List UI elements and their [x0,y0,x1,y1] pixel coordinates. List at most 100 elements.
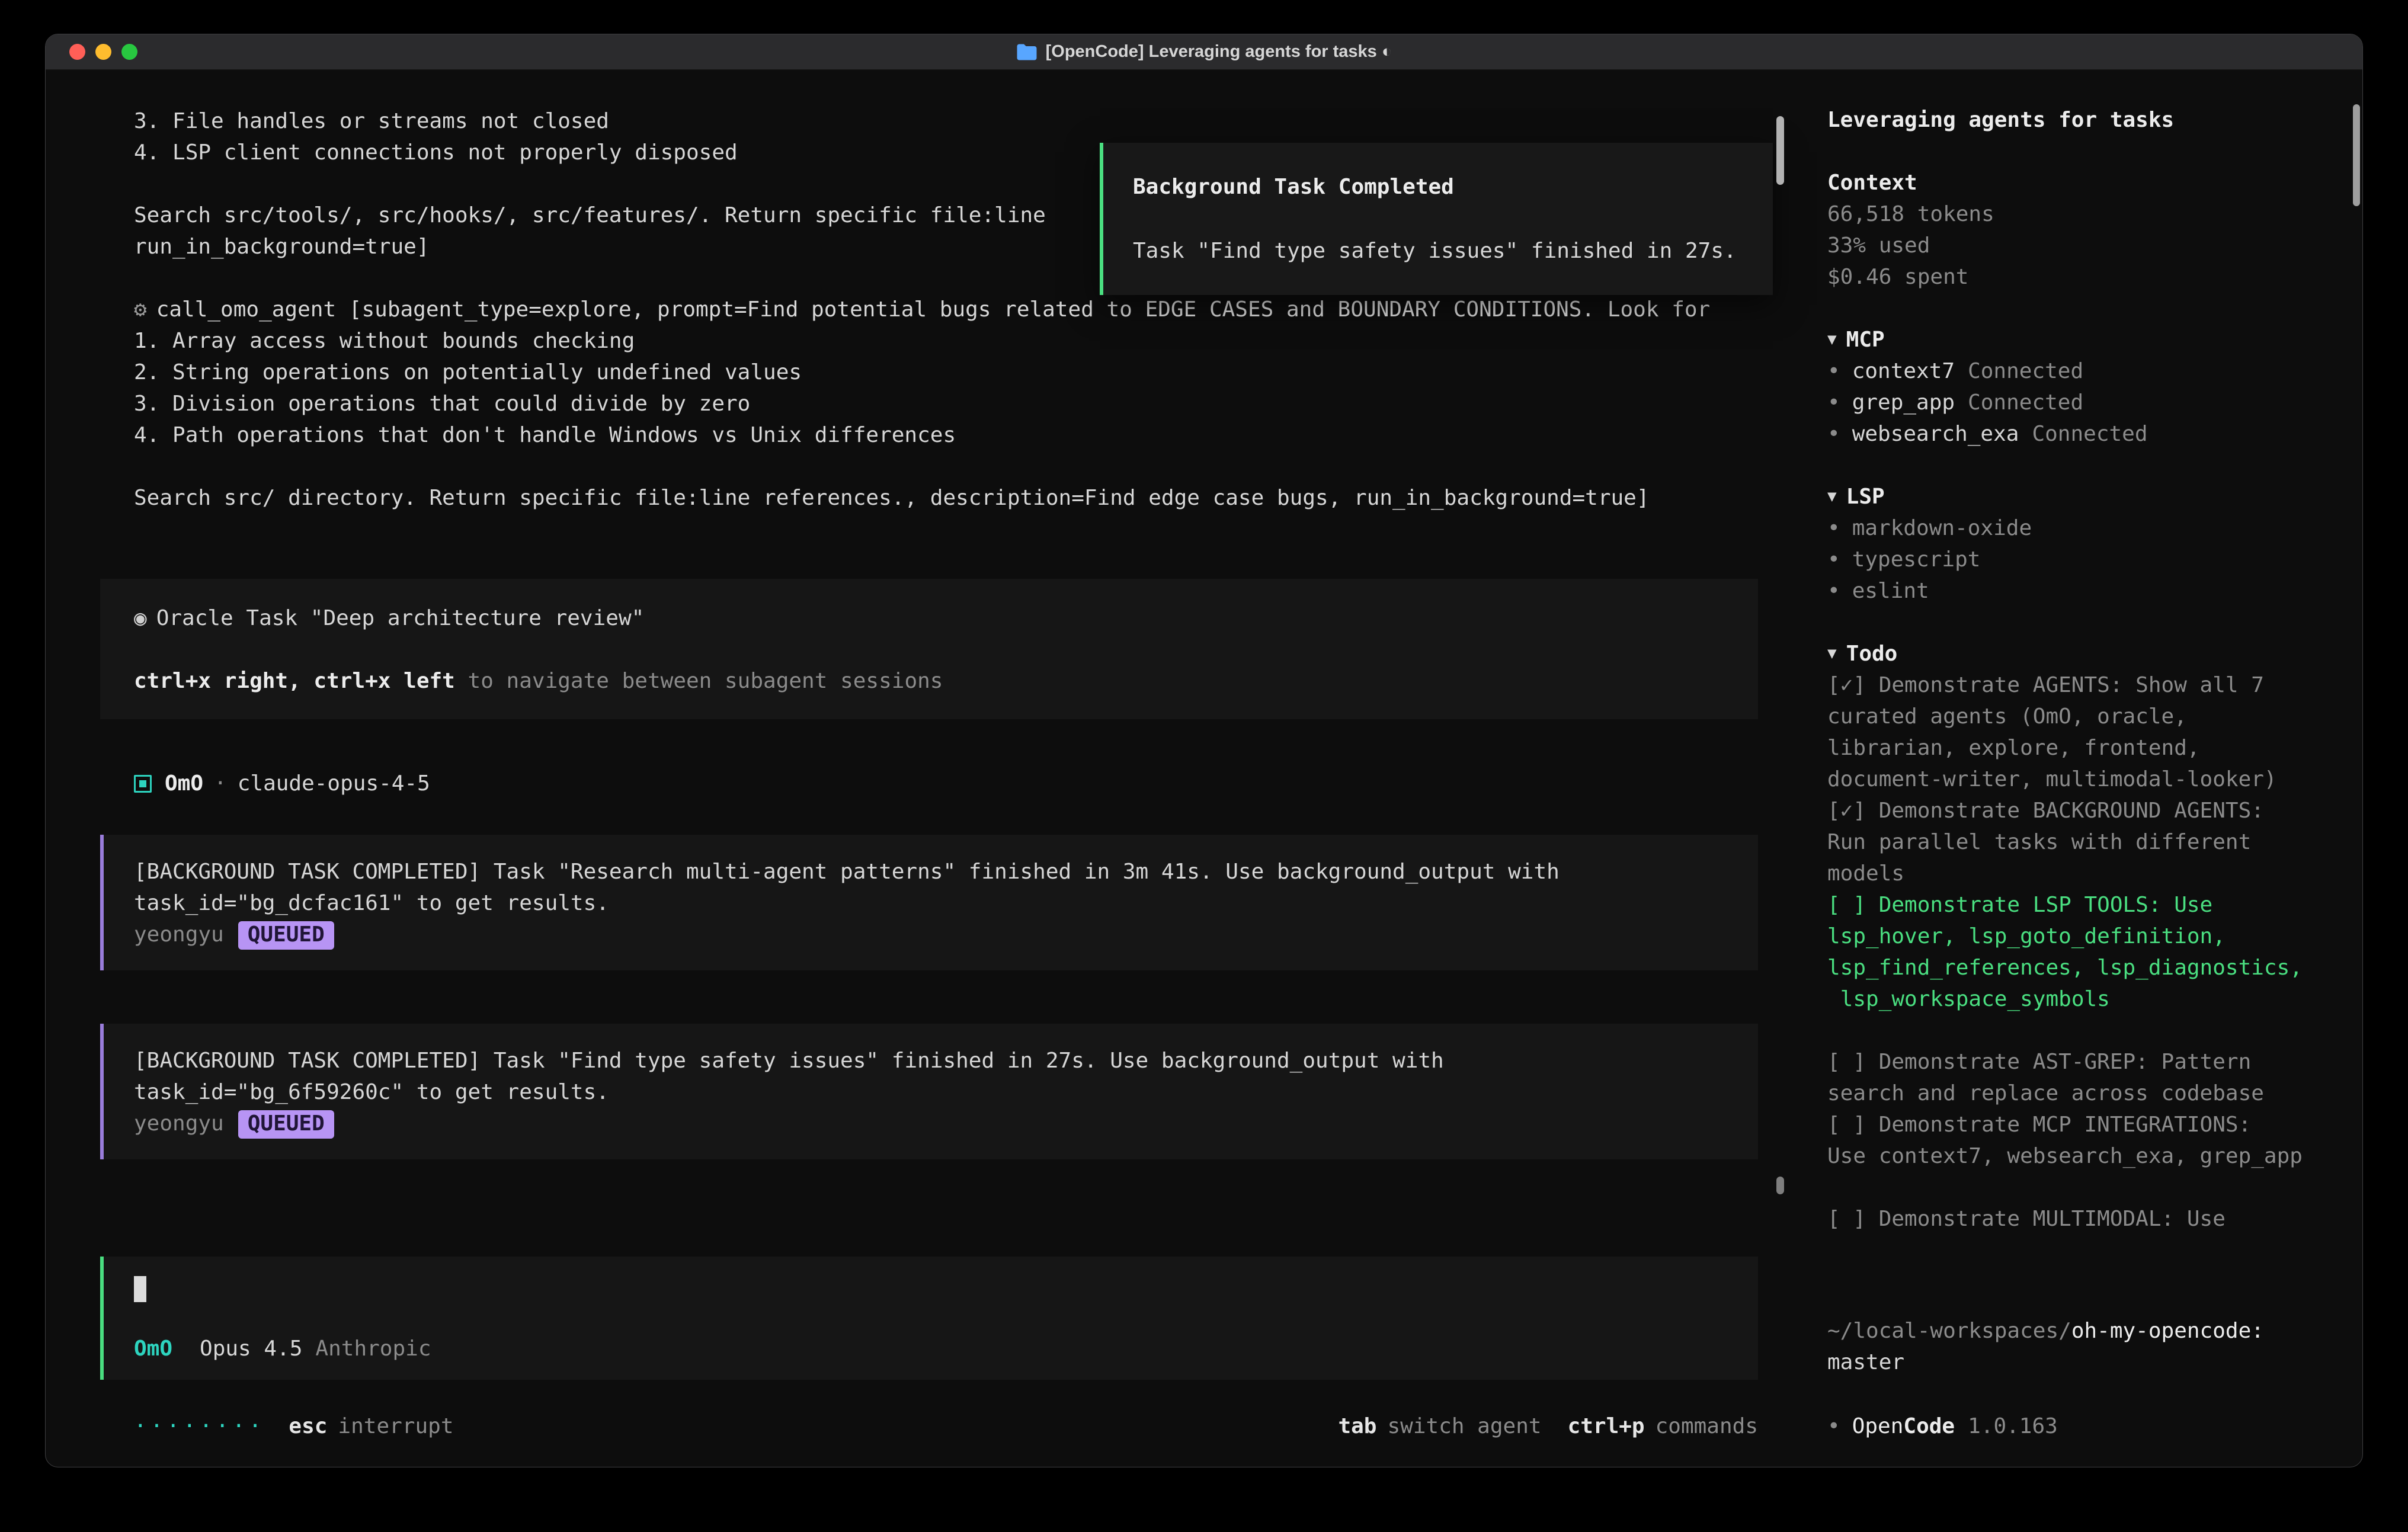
section-lsp[interactable]: ▼ LSP [1827,481,2339,512]
mcp-name: websearch_exa [1852,422,2019,446]
spacer-line [1827,136,2339,167]
lsp-name: typescript [1852,547,1981,572]
section-heading-todo: Todo [1846,638,1898,669]
chevron-down-icon: ▼ [1827,638,1837,669]
bullet-icon: • [1827,579,1840,603]
bullet-icon: • [1827,1414,1840,1438]
window-titlebar[interactable]: [OpenCode] Leveraging agents for tasks ◐ [46,34,2362,70]
active-agent-label[interactable]: OmO [134,1333,172,1364]
esc-key-hint: esc [289,1411,327,1442]
esc-key-label: interrupt [338,1411,453,1442]
mcp-status: Connected [1968,390,2083,415]
text-cursor [134,1276,146,1302]
spinner-dots-icon: ········ [134,1411,265,1442]
oracle-task-title-line: ◉ Oracle Task "Deep architecture review" [134,602,1724,634]
record-icon: ◉ [134,606,147,630]
oracle-hint-keys: ctrl+x right, ctrl+x left [134,669,455,693]
workspace-path: ~/local-workspaces/oh-my-opencode: [1827,1315,2339,1347]
tool-call-text: call_omo_agent [subagent_type=explore, p… [156,297,1711,322]
tool-call-item: 2. String operations on potentially unde… [100,357,1758,388]
agent-model: claude-opus-4-5 [238,768,430,799]
prompt-input[interactable]: OmO Opus 4.5 Anthropic [100,1257,1758,1380]
section-todo[interactable]: ▼ Todo [1827,638,2339,669]
background-task-message: [BACKGROUND TASK COMPLETED] Task "Resear… [100,835,1758,970]
lsp-item: •eslint [1827,575,2339,607]
mcp-status: Connected [2032,422,2147,446]
status-left: ········ esc interrupt [134,1411,454,1442]
lsp-item: •markdown-oxide [1827,512,2339,544]
workspace-repo: oh-my-opencode: [2071,1319,2264,1343]
spacer-line [1827,450,2339,481]
tool-call-item: 3. Division operations that could divide… [100,388,1758,419]
mcp-item: •grep_appConnected [1827,387,2339,418]
window-title-text: [OpenCode] Leveraging agents for tasks ◐ [1046,42,1392,62]
workspace-branch: master [1827,1347,2339,1378]
tab-key-hint: tab [1338,1411,1376,1442]
section-heading-lsp: LSP [1846,481,1885,512]
oracle-task-title: Oracle Task "Deep architecture review" [156,606,645,630]
message-text-line: [BACKGROUND TASK COMPLETED] Task "Resear… [134,856,1724,887]
tool-call-tail: Search src/ directory. Return specific f… [100,482,1758,514]
minimize-button[interactable] [95,44,111,60]
section-mcp[interactable]: ▼ MCP [1827,324,2339,355]
status-right: tab switch agent ctrl+p commands [1338,1411,1758,1442]
zoom-button[interactable] [121,44,137,60]
spacer-line [134,634,1724,665]
scrollbar-thumb[interactable] [2353,104,2360,206]
background-task-message: [BACKGROUND TASK COMPLETED] Task "Find t… [100,1024,1758,1159]
flex-spacer [100,1159,1758,1257]
terminal-line: 3. File handles or streams not closed [100,105,1758,137]
spacer-line [100,451,1758,482]
chevron-down-icon: ▼ [1827,481,1837,512]
oracle-hint-line: ctrl+x right, ctrl+x left to navigate be… [134,665,1724,697]
app-version: 1.0.163 [1968,1414,2058,1438]
todo-item: [✓] Demonstrate AGENTS: Show all 7 curat… [1827,669,2339,795]
session-title: Leveraging agents for tasks [1827,104,2339,136]
todo-item: [ ] Demonstrate AST-GREP: Pattern search… [1827,1046,2339,1109]
active-model-label: Opus 4.5 [200,1333,302,1364]
spacer-line [1827,607,2339,638]
ctrlp-key-hint: ctrl+p [1568,1411,1645,1442]
lsp-item: •typescript [1827,544,2339,575]
agent-icon [134,775,152,793]
chevron-down-icon: ▼ [1827,324,1837,355]
gear-icon: ⚙ [134,297,147,322]
traffic-lights [69,34,137,69]
scrollbar-thumb[interactable] [1776,116,1784,185]
message-text-line: [BACKGROUND TASK COMPLETED] Task "Find t… [134,1045,1724,1076]
model-row: OmO Opus 4.5 Anthropic [134,1333,1724,1364]
prompt-input-row[interactable] [134,1273,1724,1305]
tool-call-item: 1. Array access without bounds checking [100,325,1758,357]
agent-header: OmO · claude-opus-4-5 [100,768,1758,799]
notification-title: Background Task Completed [1133,171,1743,203]
mcp-status: Connected [1968,359,2083,383]
window-content: 3. File handles or streams not closed 4.… [46,70,2362,1467]
scrollbar-thumb[interactable] [1776,1177,1784,1194]
todo-item: [ ] Demonstrate MCP INTEGRATIONS: Use co… [1827,1109,2339,1172]
message-text-line: task_id="bg_6f59260c" to get results. [134,1076,1724,1108]
ctrlp-key-label: commands [1655,1411,1758,1442]
terminal-main: 3. File handles or streams not closed 4.… [46,70,1788,1467]
app-footer: •OpenCode1.0.163 [1827,1411,2339,1442]
folder-icon [1016,43,1038,61]
todo-item: [ ] Demonstrate MULTIMODAL: Use [1827,1203,2339,1235]
oracle-task-panel: ◉Oracle Task "Deep architecture review" … [100,579,1758,719]
bullet-icon: • [1827,359,1840,383]
queued-badge: QUEUED [238,1110,334,1139]
todo-item: [ ] Demonstrate LSP TOOLS: Use lsp_hover… [1827,889,2339,1015]
flex-spacer [1827,1235,2339,1315]
terminal-window: [OpenCode] Leveraging agents for tasks ◐… [45,34,2363,1467]
close-button[interactable] [69,44,85,60]
bullet-icon: • [1827,422,1840,446]
status-bar: ········ esc interrupt tab switch agent … [100,1411,1758,1442]
lsp-name: markdown-oxide [1852,516,2032,540]
message-author: yeongyu [134,1111,224,1136]
app-name: Open [1852,1414,1904,1438]
sidebar: Leveraging agents for tasks Context 66,5… [1788,70,2362,1467]
message-meta: yeongyu QUEUED [134,1108,1724,1139]
agent-name: OmO [165,768,203,799]
message-author: yeongyu [134,922,224,947]
oracle-hint-text: to navigate between subagent sessions [455,669,943,693]
context-heading: Context [1827,167,2339,198]
message-meta: yeongyuQUEUED [134,919,1724,950]
